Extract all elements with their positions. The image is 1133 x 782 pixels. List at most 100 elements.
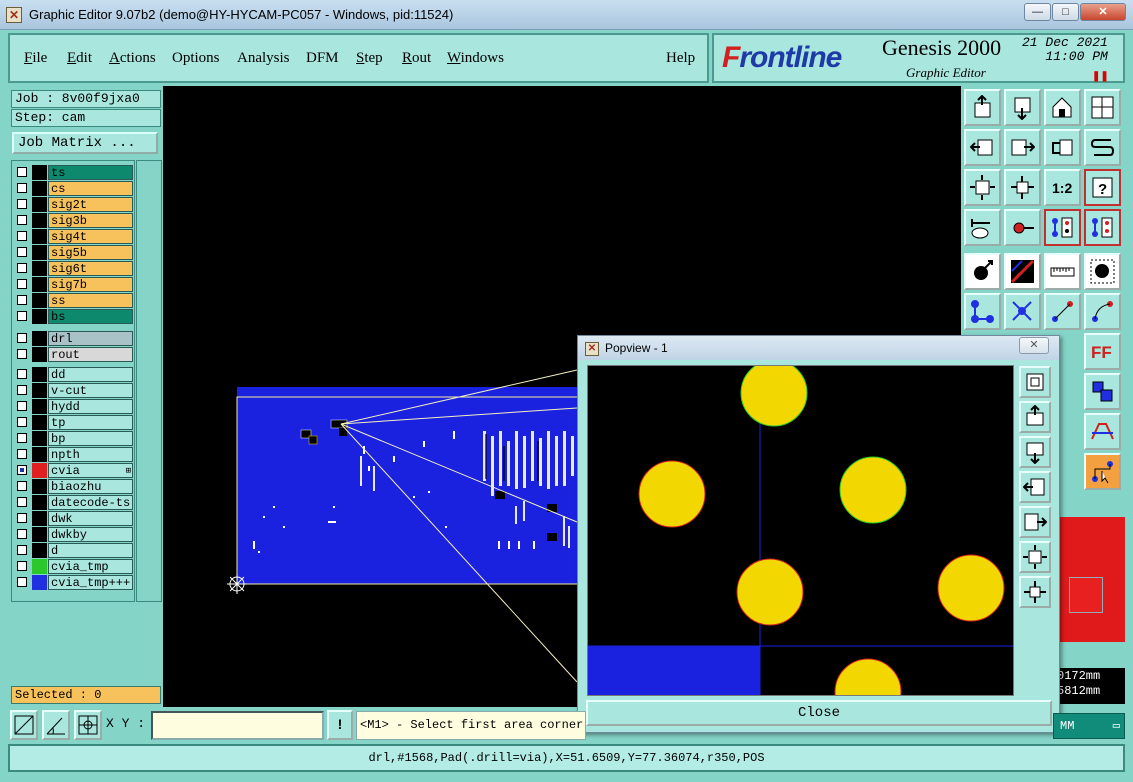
layer-name[interactable]: dd	[48, 367, 133, 382]
layer-row[interactable]: cvia_tmp	[15, 559, 133, 574]
menu-dfm[interactable]: DFM	[306, 50, 339, 67]
layer-checkbox[interactable]	[17, 449, 27, 459]
popview-pan-left-icon[interactable]	[1019, 471, 1051, 503]
layer-row[interactable]: dwkby	[15, 527, 133, 542]
layer-color-swatch[interactable]	[32, 559, 47, 574]
popview-pan-right-icon[interactable]	[1019, 506, 1051, 538]
redraw-icon[interactable]	[1084, 129, 1121, 166]
layer-color-swatch[interactable]	[32, 431, 47, 446]
layer-color-swatch[interactable]	[32, 245, 47, 260]
layer-color-swatch[interactable]	[32, 479, 47, 494]
layer-row[interactable]: sig3b	[15, 213, 133, 228]
layer-color-swatch[interactable]	[32, 165, 47, 180]
layer-name[interactable]: sig6t	[48, 261, 133, 276]
route-arc-icon[interactable]	[1084, 293, 1121, 330]
layer-name[interactable]: hydd	[48, 399, 133, 414]
layer-name[interactable]: d	[48, 543, 133, 558]
snap-pad-icon[interactable]	[1004, 209, 1041, 246]
menu-windows[interactable]: Windows	[447, 50, 504, 67]
layer-row[interactable]: drl	[15, 331, 133, 346]
layer-checkbox[interactable]	[17, 311, 27, 321]
layer-row[interactable]: npth	[15, 447, 133, 462]
split-view-icon[interactable]	[1084, 89, 1121, 126]
layer-row[interactable]: sig7b	[15, 277, 133, 292]
layer-checkbox[interactable]	[17, 417, 27, 427]
xy-input[interactable]	[151, 711, 324, 740]
layer-checkbox[interactable]	[17, 401, 27, 411]
layer-checkbox[interactable]	[17, 433, 27, 443]
help-query-icon[interactable]: ?	[1084, 169, 1121, 206]
layer-name[interactable]: sig5b	[48, 245, 133, 260]
layer-row[interactable]: cvia ⊞	[15, 463, 133, 478]
measure-tool-icon[interactable]	[964, 209, 1001, 246]
layer-name[interactable]: cs	[48, 181, 133, 196]
layer-row[interactable]: hydd	[15, 399, 133, 414]
grid-snap-icon[interactable]	[74, 710, 102, 740]
layer-checkbox[interactable]	[17, 295, 27, 305]
layer-row[interactable]: cvia_tmp+++	[15, 575, 133, 590]
layer-checkbox[interactable]	[17, 247, 27, 257]
layer-color-swatch[interactable]	[32, 181, 47, 196]
delete-net-icon[interactable]	[1004, 293, 1041, 330]
layer-checkbox[interactable]	[17, 167, 27, 177]
layer-color-swatch[interactable]	[32, 197, 47, 212]
menu-rout[interactable]: Rout	[402, 50, 431, 67]
layer-name[interactable]: npth	[48, 447, 133, 462]
select-pad-icon[interactable]	[1084, 253, 1121, 290]
maximize-button[interactable]: □	[1052, 3, 1079, 21]
layer-row[interactable]: sig6t	[15, 261, 133, 276]
layer-color-swatch[interactable]	[32, 415, 47, 430]
layer-checkbox[interactable]	[17, 577, 27, 587]
layer-row[interactable]: sig4t	[15, 229, 133, 244]
popview-close-button[interactable]: Close	[586, 700, 1052, 726]
layer-name[interactable]: sig7b	[48, 277, 133, 292]
layer-color-swatch[interactable]	[32, 463, 47, 478]
layer-checkbox[interactable]	[17, 545, 27, 555]
layer-checkbox[interactable]	[17, 279, 27, 289]
popview-zoom-home-icon[interactable]	[1019, 366, 1051, 398]
layer-checkbox[interactable]	[17, 561, 27, 571]
layer-row[interactable]: dwk	[15, 511, 133, 526]
layer-row[interactable]: dd	[15, 367, 133, 382]
layer-expand-icon[interactable]: ⊞	[126, 464, 131, 479]
layer-color-swatch[interactable]	[32, 331, 47, 346]
layer-list-scrollbar[interactable]	[136, 160, 162, 602]
layer-name[interactable]: drl	[48, 331, 133, 346]
home-view-icon[interactable]	[1044, 89, 1081, 126]
pan-right-icon[interactable]	[1004, 129, 1041, 166]
layer-color-swatch[interactable]	[32, 213, 47, 228]
layer-row[interactable]: sig2t	[15, 197, 133, 212]
menu-step[interactable]: Step	[356, 50, 383, 67]
popview-title-bar[interactable]: ✕ Popview - 1 ✕	[578, 336, 1059, 360]
layer-checkbox[interactable]	[17, 497, 27, 507]
layer-row[interactable]: cs	[15, 181, 133, 196]
connect-net-icon[interactable]	[964, 293, 1001, 330]
layer-row[interactable]: v-cut	[15, 383, 133, 398]
zoom-in-icon[interactable]	[1004, 89, 1041, 126]
route-line-icon[interactable]	[1044, 293, 1081, 330]
layer-row[interactable]: datecode-ts	[15, 495, 133, 510]
popview-canvas[interactable]	[587, 365, 1014, 696]
group-icon[interactable]	[1084, 373, 1121, 410]
menu-file[interactable]: File	[24, 50, 47, 67]
layer-row[interactable]: rout	[15, 347, 133, 362]
layer-color-swatch[interactable]	[32, 309, 47, 324]
menu-edit[interactable]: Edit	[67, 50, 92, 67]
layer-checkbox[interactable]	[17, 369, 27, 379]
layer-color-swatch[interactable]	[32, 543, 47, 558]
layer-checkbox[interactable]	[17, 199, 27, 209]
layer-color-swatch[interactable]	[32, 367, 47, 382]
layer-checkbox[interactable]	[17, 385, 27, 395]
zoom-home-icon[interactable]	[964, 89, 1001, 126]
net-select-icon[interactable]	[1084, 209, 1121, 246]
layer-color-swatch[interactable]	[32, 347, 47, 362]
popview-zoom-in-icon[interactable]	[1019, 401, 1051, 433]
zoom-fit-icon[interactable]	[964, 169, 1001, 206]
layer-name[interactable]: bp	[48, 431, 133, 446]
layer-checkbox[interactable]	[17, 333, 27, 343]
ruler-icon[interactable]	[1044, 253, 1081, 290]
layer-name[interactable]: cvia ⊞	[48, 463, 133, 478]
layer-name[interactable]: ss	[48, 293, 133, 308]
undo-view-icon[interactable]	[1044, 129, 1081, 166]
add-line-icon[interactable]	[1004, 253, 1041, 290]
